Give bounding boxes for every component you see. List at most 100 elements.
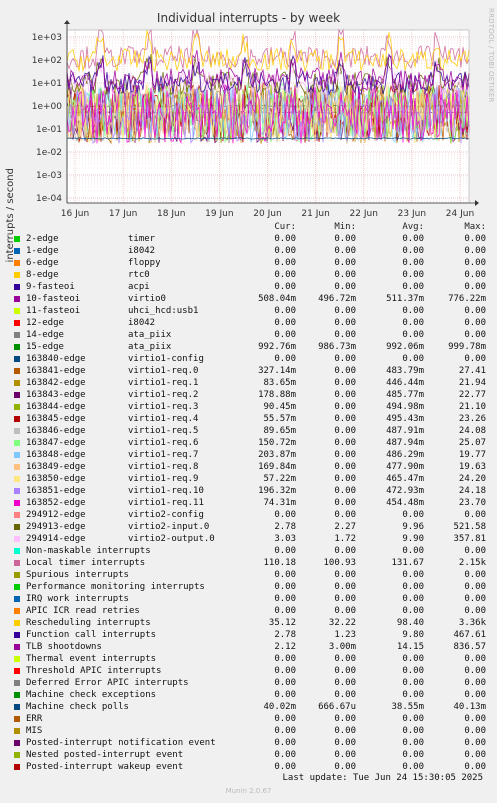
legend-row: 8-edge rtc0 0.00 0.00 0.00 0.00 bbox=[14, 269, 494, 281]
legend-name: Spurious interrupts bbox=[26, 570, 129, 580]
value-cur: 89.65m bbox=[263, 426, 296, 436]
value-min: 0.00 bbox=[334, 366, 356, 376]
legend-name: Non-maskable interrupts bbox=[26, 546, 151, 556]
legend-row: Function call interrupts 2.78 1.23 9.80 467.… bbox=[14, 629, 494, 641]
value-avg: 0.00 bbox=[402, 654, 424, 664]
legend-row: 1-edge i8042 0.00 0.00 0.00 0.00 bbox=[14, 245, 494, 257]
legend-name: 1-edge bbox=[26, 246, 59, 256]
value-max: 21.10 bbox=[458, 402, 486, 412]
value-cur: 0.00 bbox=[274, 258, 296, 268]
x-tick-label: 21 Jun bbox=[301, 209, 329, 219]
legend-row: 163849-edge virtio1-req.8 169.84m 0.00 477.9… bbox=[14, 461, 494, 473]
value-cur: 0.00 bbox=[274, 570, 296, 580]
value-cur: 0.00 bbox=[274, 690, 296, 700]
legend-name: Deferred Error APIC interrupts bbox=[26, 678, 189, 688]
value-cur: 0.00 bbox=[274, 546, 296, 556]
value-min: 0.00 bbox=[334, 750, 356, 760]
legend-device: virtio1-req.1 bbox=[128, 378, 199, 388]
value-min: 0.00 bbox=[334, 462, 356, 472]
value-min: 0.00 bbox=[334, 306, 356, 316]
value-max: 0.00 bbox=[464, 606, 486, 616]
legend-swatch bbox=[14, 356, 20, 362]
legend-swatch bbox=[14, 428, 20, 434]
value-avg: 0.00 bbox=[402, 282, 424, 292]
legend-name: 9-fasteoi bbox=[26, 282, 75, 292]
legend-swatch bbox=[14, 320, 20, 326]
value-avg: 0.00 bbox=[402, 306, 424, 316]
value-max: 0.00 bbox=[464, 510, 486, 520]
value-avg: 494.98m bbox=[386, 402, 424, 412]
legend-name: 294914-edge bbox=[26, 534, 86, 544]
value-max: 22.77 bbox=[458, 390, 486, 400]
value-min: 0.00 bbox=[334, 594, 356, 604]
y-tick-label: 1e+03 bbox=[32, 33, 62, 43]
legend-row: 163843-edge virtio1-req.2 178.88m 0.00 485.7… bbox=[14, 389, 494, 401]
value-min: 666.67u bbox=[318, 702, 356, 712]
y-tick-label: 1e-04 bbox=[36, 194, 62, 204]
legend-device: virtio1-req.8 bbox=[128, 462, 199, 472]
value-cur: 0.00 bbox=[274, 282, 296, 292]
y-tick-label: 1e-01 bbox=[36, 125, 62, 135]
legend-swatch bbox=[14, 236, 20, 242]
legend-name: 163850-edge bbox=[26, 474, 86, 484]
x-tick-label: 17 Jun bbox=[109, 209, 137, 219]
value-cur: 327.14m bbox=[258, 366, 296, 376]
legend-swatch bbox=[14, 668, 20, 674]
value-avg: 446.44m bbox=[386, 378, 424, 388]
col-header-max: Max: bbox=[464, 222, 486, 232]
value-min: 0.00 bbox=[334, 570, 356, 580]
value-cur: 0.00 bbox=[274, 726, 296, 736]
legend-swatch bbox=[14, 512, 20, 518]
value-max: 0.00 bbox=[464, 750, 486, 760]
legend-swatch bbox=[14, 416, 20, 422]
legend-name: 163840-edge bbox=[26, 354, 86, 364]
x-tick-label: 18 Jun bbox=[157, 209, 185, 219]
value-min: 0.00 bbox=[334, 654, 356, 664]
value-avg: 0.00 bbox=[402, 594, 424, 604]
legend-name: 12-edge bbox=[26, 318, 64, 328]
value-avg: 9.96 bbox=[402, 522, 424, 532]
value-max: 0.00 bbox=[464, 666, 486, 676]
value-max: 999.78m bbox=[448, 342, 486, 352]
legend-row: Deferred Error APIC interrupts 0.00 0.00 0.… bbox=[14, 677, 494, 689]
value-cur: 90.45m bbox=[263, 402, 296, 412]
value-cur: 0.00 bbox=[274, 762, 296, 772]
x-tick-label: 19 Jun bbox=[205, 209, 233, 219]
legend-swatch bbox=[14, 764, 20, 770]
value-cur: 0.00 bbox=[274, 318, 296, 328]
value-cur: 0.00 bbox=[274, 666, 296, 676]
legend-swatch bbox=[14, 488, 20, 494]
value-max: 0.00 bbox=[464, 714, 486, 724]
legend-row: Non-maskable interrupts 0.00 0.00 0.00 0.00 bbox=[14, 545, 494, 557]
legend-name: Function call interrupts bbox=[26, 630, 157, 640]
legend-name: Performance monitoring interrupts bbox=[26, 582, 205, 592]
legend-device: i8042 bbox=[128, 246, 156, 256]
value-avg: 454.48m bbox=[386, 498, 424, 508]
value-avg: 0.00 bbox=[402, 318, 424, 328]
value-max: 0.00 bbox=[464, 738, 486, 748]
x-tick-label: 20 Jun bbox=[253, 209, 281, 219]
legend-row: 163840-edge virtio1-config 0.00 0.00 0.00 0.0… bbox=[14, 353, 494, 365]
value-min: 0.00 bbox=[334, 234, 356, 244]
value-min: 986.73m bbox=[318, 342, 356, 352]
value-max: 467.61 bbox=[453, 630, 486, 640]
y-tick-label: 1e-03 bbox=[36, 171, 62, 181]
legend-swatch bbox=[14, 464, 20, 470]
value-avg: 0.00 bbox=[402, 738, 424, 748]
legend-swatch bbox=[14, 332, 20, 338]
value-max: 0.00 bbox=[464, 354, 486, 364]
value-min: 0.00 bbox=[334, 450, 356, 460]
value-max: 0.00 bbox=[464, 318, 486, 328]
munin-version: Munin 2.0.67 bbox=[225, 787, 272, 795]
legend-swatch bbox=[14, 284, 20, 290]
legend-row: Rescheduling interrupts 35.12 32.22 98.40 3.… bbox=[14, 617, 494, 629]
legend-name: 163843-edge bbox=[26, 390, 86, 400]
legend-name: 8-edge bbox=[26, 270, 59, 280]
legend-row: 163847-edge virtio1-req.6 150.72m 0.00 487.9… bbox=[14, 437, 494, 449]
value-max: 23.70 bbox=[458, 498, 486, 508]
legend-row: Nested posted-interrupt event 0.00 0.00 0.0… bbox=[14, 749, 494, 761]
legend-name: 163844-edge bbox=[26, 402, 86, 412]
legend-swatch bbox=[14, 524, 20, 530]
value-min: 1.23 bbox=[334, 630, 356, 640]
last-update: Last update: Tue Jun 24 15:30:05 2025 bbox=[282, 773, 483, 783]
